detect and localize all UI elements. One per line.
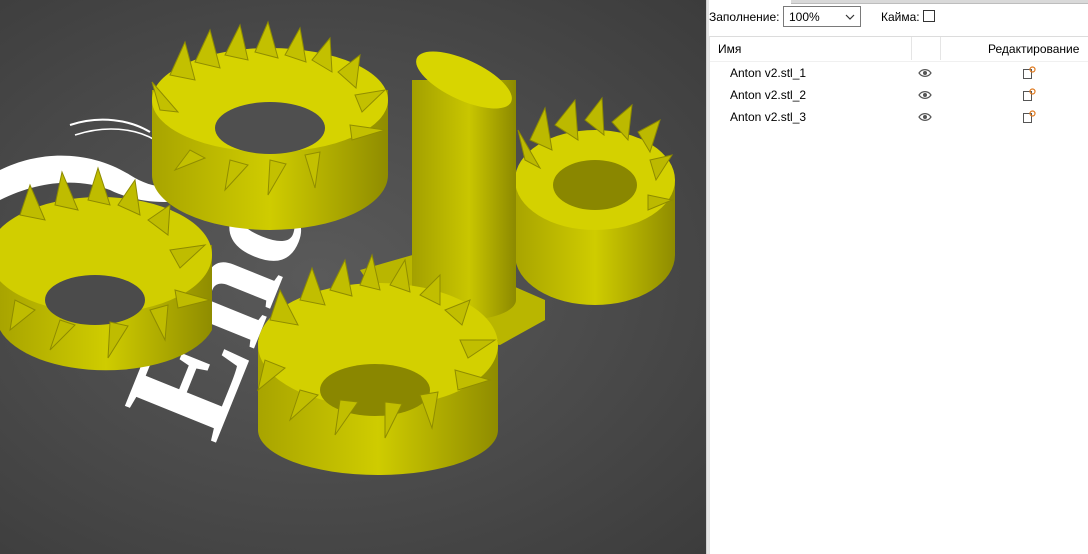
edit-settings-icon[interactable] bbox=[1022, 88, 1036, 102]
border-label: Кайма: bbox=[881, 10, 920, 24]
object-name: Anton v2.stl_2 bbox=[730, 88, 807, 102]
viewport-scene: Ender bbox=[0, 20, 675, 475]
chevron-down-icon bbox=[845, 14, 855, 20]
edit-settings-icon[interactable] bbox=[1022, 66, 1036, 80]
cylinder-post bbox=[412, 51, 516, 320]
object-name: Anton v2.stl_3 bbox=[730, 110, 807, 124]
fill-select-value: 100% bbox=[789, 10, 820, 24]
object-name: Anton v2.stl_1 bbox=[730, 66, 807, 80]
list-header: Имя Редактирование bbox=[710, 37, 1088, 62]
column-header-edit[interactable]: Редактирование bbox=[988, 42, 1079, 56]
3d-viewport[interactable]: Ender bbox=[0, 0, 706, 554]
edit-settings-icon[interactable] bbox=[1022, 110, 1036, 124]
eye-icon[interactable] bbox=[918, 68, 932, 78]
column-header-name[interactable]: Имя bbox=[718, 42, 741, 56]
column-separator[interactable] bbox=[940, 37, 941, 60]
gear-top bbox=[151, 20, 388, 230]
column-separator[interactable] bbox=[911, 37, 912, 60]
fill-label: Заполнение: bbox=[709, 10, 780, 24]
eye-icon[interactable] bbox=[918, 90, 932, 100]
border-checkbox[interactable] bbox=[923, 10, 935, 22]
objects-list: Имя Редактирование Anton v2.stl_1 Anton … bbox=[709, 36, 1088, 554]
gear-right bbox=[515, 96, 675, 305]
list-item[interactable]: Anton v2.stl_3 bbox=[710, 106, 1088, 128]
eye-icon[interactable] bbox=[918, 112, 932, 122]
list-item[interactable]: Anton v2.stl_1 bbox=[710, 62, 1088, 84]
list-item[interactable]: Anton v2.stl_2 bbox=[710, 84, 1088, 106]
panel-top-edge bbox=[791, 0, 1088, 4]
fill-select[interactable]: 100% bbox=[783, 6, 861, 27]
objects-panel: Заполнение: 100% Кайма: Имя Редактирован… bbox=[709, 0, 1088, 554]
